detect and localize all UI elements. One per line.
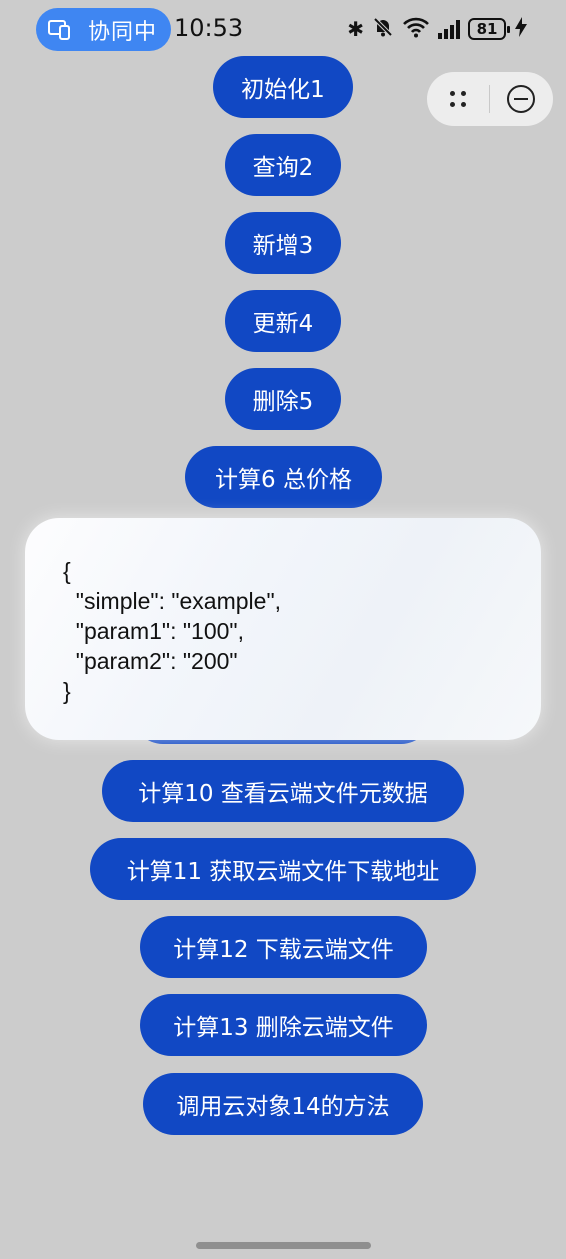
screen: 协同中 10:53 ✱ 81 初始化1 查询2 新增3 更新4 删除5 计算6 … [0, 0, 566, 1259]
calc-total-price-button[interactable]: 计算6 总价格 [185, 446, 382, 508]
download-cloud-file-button[interactable]: 计算12 下载云端文件 [140, 916, 427, 978]
collaboration-pill[interactable]: 协同中 [36, 8, 171, 51]
battery-level: 81 [476, 20, 498, 38]
add-button[interactable]: 新增3 [225, 212, 341, 274]
charging-icon [514, 16, 528, 42]
delete-button[interactable]: 删除5 [225, 368, 341, 430]
status-icons: ✱ 81 [347, 14, 528, 44]
init-button[interactable]: 初始化1 [213, 56, 353, 118]
battery-icon: 81 [468, 18, 510, 40]
popup-json-text: { "simple": "example", "param1": "100", … [63, 558, 282, 704]
more-dots-icon [448, 89, 468, 109]
more-button[interactable] [427, 72, 489, 126]
close-circle-icon [507, 85, 535, 113]
multi-device-icon [48, 19, 74, 41]
home-indicator[interactable] [196, 1242, 371, 1249]
call-cloud-object-method-button[interactable]: 调用云对象14的方法 [143, 1073, 423, 1135]
close-button[interactable] [490, 72, 552, 126]
wifi-icon [402, 16, 430, 42]
signal-icon [438, 19, 460, 39]
update-button[interactable]: 更新4 [225, 290, 341, 352]
bluetooth-icon: ✱ [347, 17, 364, 41]
result-popup: { "simple": "example", "param1": "100", … [25, 518, 541, 740]
mini-program-capsule [427, 72, 553, 126]
query-button[interactable]: 查询2 [225, 134, 341, 196]
mute-bell-icon [372, 16, 394, 42]
delete-cloud-file-button[interactable]: 计算13 删除云端文件 [140, 994, 427, 1056]
status-time: 10:53 [174, 14, 244, 42]
view-cloud-file-metadata-button[interactable]: 计算10 查看云端文件元数据 [102, 760, 464, 822]
get-cloud-file-download-url-button[interactable]: 计算11 获取云端文件下载地址 [90, 838, 476, 900]
collab-label: 协同中 [88, 19, 158, 45]
